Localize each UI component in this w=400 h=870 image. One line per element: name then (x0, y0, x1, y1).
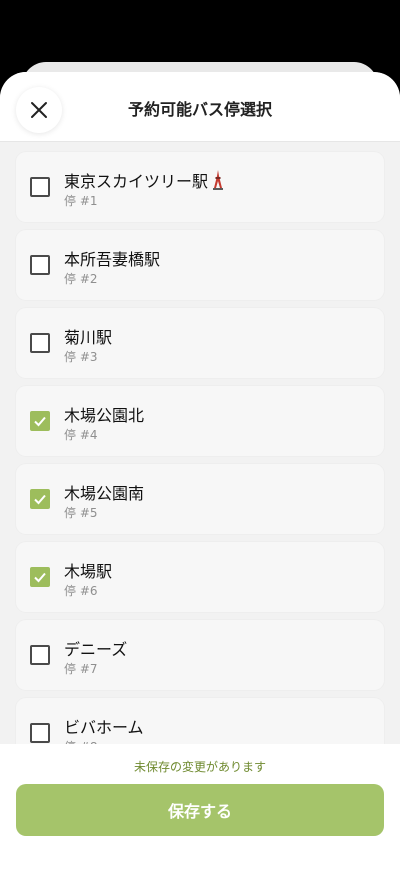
sheet-header: 予約可能バス停選択 (0, 72, 400, 142)
stop-item-7[interactable]: デニーズ 停 #7 (16, 620, 384, 690)
check-icon (34, 494, 46, 505)
unsaved-changes-message: 未保存の変更があります (133, 760, 266, 774)
check-icon (34, 572, 46, 583)
stop-name: ビバホーム (64, 718, 144, 737)
stop-item-3[interactable]: 菊川駅 停 #3 (16, 308, 384, 378)
stop-name: 木場駅 (64, 562, 113, 581)
stop-item-6[interactable]: 木場駅 停 #6 (16, 542, 384, 612)
bus-stop-selection-sheet: 東京スカイツリー駅 停 #1 本所吾妻橋駅 停 #2 菊川駅 停 #3 木場公園… (0, 72, 400, 870)
save-footer: 未保存の変更があります 保存する (0, 744, 400, 870)
checkbox[interactable] (30, 255, 50, 275)
stop-number: 停 #7 (64, 662, 98, 676)
stop-item-1[interactable]: 東京スカイツリー駅 停 #1 (16, 152, 384, 222)
page-title: 予約可能バス停選択 (127, 100, 272, 119)
stop-name: 木場公園南 (64, 484, 145, 503)
stop-name: 本所吾妻橋駅 (64, 250, 161, 269)
checkbox[interactable] (30, 567, 50, 587)
stop-name: 東京スカイツリー駅 (64, 168, 226, 194)
checkbox[interactable] (30, 645, 50, 665)
stop-number: 停 #1 (64, 194, 98, 208)
stop-number: 停 #5 (64, 506, 98, 520)
checkbox[interactable] (30, 177, 50, 197)
checkbox[interactable] (30, 411, 50, 431)
stop-number: 停 #6 (64, 584, 98, 598)
stop-number: 停 #4 (64, 428, 98, 442)
stop-item-4[interactable]: 木場公園北 停 #4 (16, 386, 384, 456)
stop-item-5[interactable]: 木場公園南 停 #5 (16, 464, 384, 534)
checkbox[interactable] (30, 333, 50, 353)
check-icon (34, 416, 46, 427)
stop-item-2[interactable]: 本所吾妻橋駅 停 #2 (16, 230, 384, 300)
stop-number: 停 #3 (64, 350, 98, 364)
checkbox[interactable] (30, 723, 50, 743)
stop-number: 停 #2 (64, 272, 98, 286)
stop-name: 木場公園北 (64, 406, 145, 425)
save-button[interactable]: 保存する (16, 784, 384, 836)
stop-name: デニーズ (64, 640, 128, 659)
tower-icon (210, 170, 226, 194)
stop-name: 菊川駅 (64, 328, 113, 347)
checkbox[interactable] (30, 489, 50, 509)
